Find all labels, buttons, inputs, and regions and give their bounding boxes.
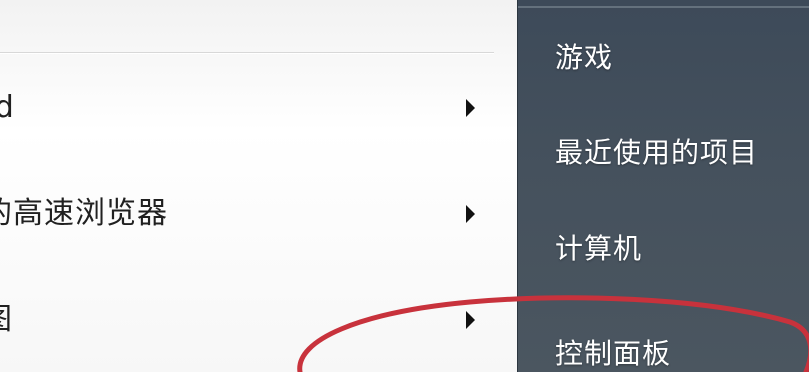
start-menu-item-browser[interactable]: 的高速浏览器 [0, 186, 500, 242]
menu-divider [0, 52, 494, 53]
start-menu-item-word[interactable]: rd [0, 80, 500, 136]
places-item-computer[interactable]: 计算机 [518, 218, 809, 280]
start-menu-programs-pane: rd 的高速浏览器 图 [0, 0, 517, 372]
submenu-arrow-icon [466, 205, 475, 223]
submenu-arrow-icon [466, 99, 475, 117]
start-menu-item-label: rd [0, 90, 15, 125]
start-menu-item-label: 的高速浏览器 [0, 196, 168, 231]
places-item-games[interactable]: 游戏 [518, 27, 809, 89]
start-menu-item-partial-top[interactable] [0, 0, 500, 26]
submenu-arrow-icon [466, 311, 475, 329]
places-item-label: 最近使用的项目 [555, 136, 759, 169]
places-item-control-panel[interactable]: 控制面板 [518, 323, 809, 372]
places-item-label: 计算机 [555, 232, 643, 265]
places-separator [518, 6, 809, 8]
places-item-label: 游戏 [555, 41, 614, 74]
start-menu-item-label: 图 [0, 292, 13, 348]
places-item-recent-items[interactable]: 最近使用的项目 [518, 122, 809, 184]
start-menu-item-picture[interactable]: 图 [0, 292, 500, 348]
start-menu-places-pane: 游戏 最近使用的项目 计算机 控制面板 [517, 0, 809, 372]
places-item-label: 控制面板 [555, 337, 672, 370]
